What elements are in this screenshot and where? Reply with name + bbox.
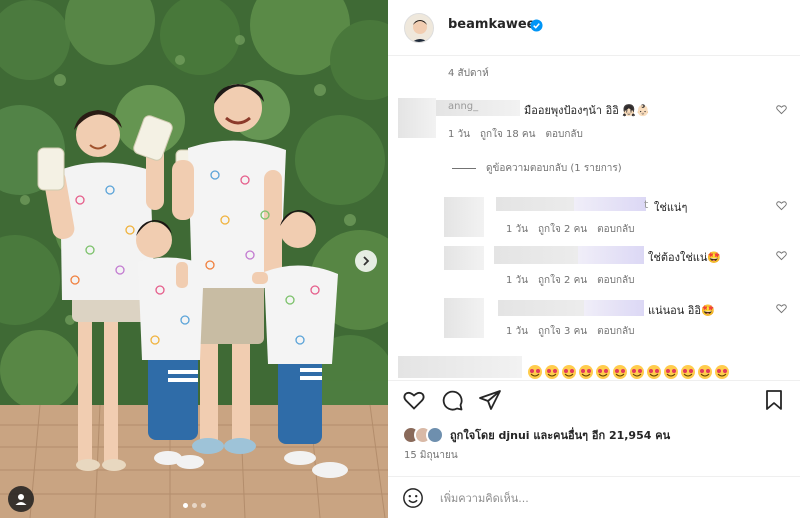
reply-likes[interactable]: ถูกใจ 2 คน [538,273,587,288]
chevron-right-icon [363,256,370,266]
send-icon[interactable] [478,388,502,412]
emoji-face-icon [630,365,644,379]
next-comment-blurred[interactable] [398,356,522,378]
heart-icon[interactable] [776,303,787,314]
reply-time: 1 วัน [506,326,528,337]
emoji-comment [527,364,730,380]
emoji-face-icon [647,365,661,379]
emoji-face-icon [545,365,559,379]
emoji-face-icon [579,365,593,379]
bookmark-icon[interactable] [762,388,786,412]
reply-reply-button[interactable]: ตอบกลับ [597,324,634,339]
commenter-username-partial[interactable]: t [644,198,648,211]
likes-text[interactable]: ถูกใจโดย djnui และคนอื่นๆ อีก 21,954 คน [450,426,670,444]
commenter-username-partial[interactable]: anng_ [448,101,478,112]
post-photo[interactable] [0,0,388,518]
emoji-face-icon [664,365,678,379]
reply-meta: 1 วัน ถูกใจ 2 คน ตอบกลับ [506,222,635,237]
reply-text: ใช่แน่ๆ [654,201,688,214]
liker-avatars [402,426,444,444]
comment-reply-button[interactable]: ตอบกลับ [545,127,582,142]
commenter-avatar-blurred[interactable] [444,246,484,270]
reply-time: 1 วัน [506,275,528,286]
carousel-dots [0,503,388,508]
comment-meta: 1 วัน ถูกใจ 18 คน ตอบกลับ [448,127,583,142]
reply-time: 1 วัน [506,224,528,235]
emoji-face-icon [698,365,712,379]
carousel-dot [200,503,206,508]
comment-time: 1 วัน [448,129,470,140]
comment-likes[interactable]: ถูกใจ 18 คน [480,127,535,142]
reply-text: แน่นอน อิอิ🤩 [648,304,715,317]
emoji-face-icon [596,365,610,379]
emoji-face-icon [715,365,729,379]
comment-icon[interactable] [440,388,464,412]
post-time-ago: 4 สัปดาห์ [448,68,489,79]
author-avatar[interactable] [404,13,434,43]
reply-likes[interactable]: ถูกใจ 3 คน [538,324,587,339]
heart-icon[interactable] [776,104,787,115]
carousel-dot [182,503,188,508]
post-side-panel: beamkawee 4 สัปดาห์ anng_ มืออยพุงป้องๆน… [388,0,800,518]
commenter-avatar-blurred[interactable] [444,197,484,237]
liker-avatar [426,426,444,444]
actions-divider [388,380,800,381]
post-actions [402,388,502,412]
heart-icon[interactable] [402,388,426,412]
verified-badge-icon [530,19,543,32]
post-date: 15 มิถุนายน [404,450,458,461]
user-tag-icon [15,494,27,505]
carousel-dot [191,503,197,508]
reply-text: ใช่ต้องใช่แน่🤩 [648,251,722,264]
reply-reply-button[interactable]: ตอบกลับ [597,273,634,288]
add-comment-bar [388,476,800,518]
view-replies-label: ดูข้อความตอบกลับ (1 รายการ) [486,163,622,174]
commenter-avatar-blurred[interactable] [398,98,436,138]
emoji-face-icon [528,365,542,379]
author-avatar-image [405,14,433,42]
post-header: beamkawee [388,0,800,56]
emoji-face-icon [681,365,695,379]
emoji-face-icon [562,365,576,379]
reply-reply-button[interactable]: ตอบกลับ [597,222,634,237]
commenter-avatar-blurred[interactable] [444,298,484,338]
view-replies-button[interactable]: ดูข้อความตอบกลับ (1 รายการ) [452,161,622,176]
family-photo-image [0,0,388,518]
heart-icon[interactable] [776,200,787,211]
add-comment-input[interactable] [440,487,760,509]
likes-summary[interactable]: ถูกใจโดย djnui และคนอื่นๆ อีก 21,954 คน [402,426,670,444]
author-username[interactable]: beamkawee [448,17,536,32]
heart-icon[interactable] [776,250,787,261]
reply-likes[interactable]: ถูกใจ 2 คน [538,222,587,237]
next-photo-button[interactable] [355,250,377,272]
emoji-face-icon [613,365,627,379]
smiley-icon[interactable] [402,487,424,509]
reply-meta: 1 วัน ถูกใจ 2 คน ตอบกลับ [506,273,635,288]
reply-meta: 1 วัน ถูกใจ 3 คน ตอบกลับ [506,324,635,339]
comment-text: มืออยพุงป้องๆน้า อิอิ 👧🏻👶🏻 [524,104,650,117]
tagged-users-button[interactable] [8,486,34,512]
